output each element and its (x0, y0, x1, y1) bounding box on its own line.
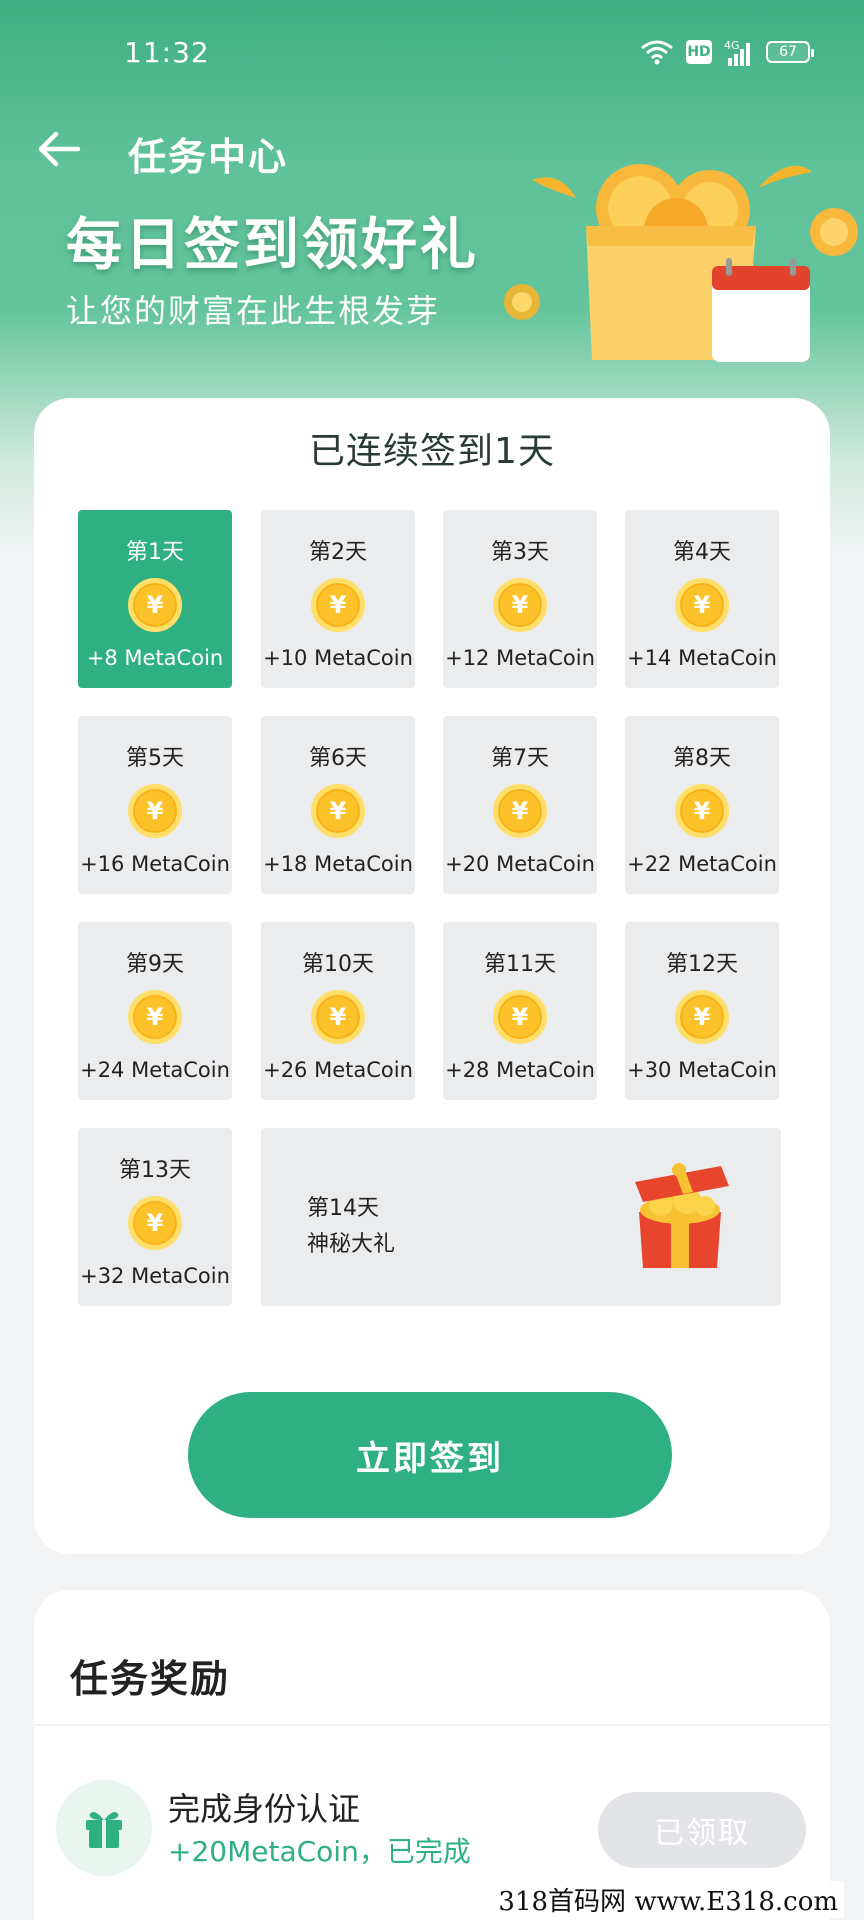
day-label: 第7天 (491, 746, 549, 771)
day-tile-13[interactable]: 第13天 ¥ +32 MetaCoin (78, 1128, 232, 1306)
day-label: 第2天 (309, 540, 367, 565)
banner-subtitle: 让您的财富在此生根发芽 (66, 292, 441, 330)
banner-title: 每日签到领好礼 (66, 213, 479, 278)
coin-icon: ¥ (493, 784, 547, 838)
day-tile-3[interactable]: 第3天 ¥ +12 MetaCoin (443, 510, 597, 688)
day-label: 第8天 (673, 746, 731, 771)
day-tile-4[interactable]: 第4天 ¥ +14 MetaCoin (625, 510, 779, 688)
coin-bag-illustration (504, 164, 858, 362)
day-tile-10[interactable]: 第10天 ¥ +26 MetaCoin (261, 922, 415, 1100)
day-reward: +32 MetaCoin (80, 1264, 230, 1288)
status-time: 11:32 (124, 36, 210, 69)
day-reward: +22 MetaCoin (627, 852, 777, 876)
day-reward: +10 MetaCoin (263, 646, 413, 670)
day-reward: +24 MetaCoin (80, 1058, 230, 1082)
day-tile-8[interactable]: 第8天 ¥ +22 MetaCoin (625, 716, 779, 894)
network-label: 4G (724, 39, 740, 52)
day-tile-12[interactable]: 第12天 ¥ +30 MetaCoin (625, 922, 779, 1100)
coin-icon: ¥ (675, 990, 729, 1044)
status-icons: HD 4G 67 (640, 38, 814, 66)
coin-icon: ¥ (311, 784, 365, 838)
status-bar: 11:32 HD 4G 67 (0, 30, 864, 80)
coin-symbol: ¥ (329, 1003, 347, 1031)
day-tile-6[interactable]: 第6天 ¥ +18 MetaCoin (261, 716, 415, 894)
coin-symbol: ¥ (146, 1209, 164, 1237)
day-reward: +26 MetaCoin (263, 1058, 413, 1082)
gift-icon (86, 1812, 122, 1848)
coin-icon: ¥ (128, 990, 182, 1044)
coin-icon: ¥ (675, 578, 729, 632)
gift-reward-label: 神秘大礼 (307, 1232, 396, 1257)
coin-symbol: ¥ (329, 591, 347, 619)
tasks-divider (34, 1724, 830, 1726)
coin-symbol: ¥ (693, 591, 711, 619)
task-name: 完成身份认证 (168, 1790, 361, 1828)
day-label: 第11天 (484, 952, 556, 977)
wifi-icon (641, 40, 673, 65)
day-reward: +12 MetaCoin (445, 646, 595, 670)
day-reward: +20 MetaCoin (445, 852, 595, 876)
day-label: 第3天 (491, 540, 549, 565)
coin-icon: ¥ (493, 578, 547, 632)
day-tile-7[interactable]: 第7天 ¥ +20 MetaCoin (443, 716, 597, 894)
coin-symbol: ¥ (146, 591, 164, 619)
day-reward: +16 MetaCoin (80, 852, 230, 876)
coin-symbol: ¥ (511, 797, 529, 825)
tasks-title: 任务奖励 (70, 1657, 231, 1701)
page-title: 任务中心 (128, 135, 289, 179)
day-label: 第12天 (666, 952, 738, 977)
gift-box-icon (635, 1163, 729, 1268)
coin-symbol: ¥ (693, 1003, 711, 1031)
signal-icon: 4G (724, 39, 750, 66)
coin-symbol: ¥ (146, 1003, 164, 1031)
coin-symbol: ¥ (511, 591, 529, 619)
streak-text: 已连续签到1天 (309, 431, 555, 472)
day-reward: +30 MetaCoin (627, 1058, 777, 1082)
day-tile-1[interactable]: 第1天 ¥ +8 MetaCoin (78, 510, 232, 688)
day-14-gift-tile[interactable]: 第14天 神秘大礼 (261, 1128, 781, 1306)
day-tile-9[interactable]: 第9天 ¥ +24 MetaCoin (78, 922, 232, 1100)
day-tile-5[interactable]: 第5天 ¥ +16 MetaCoin (78, 716, 232, 894)
coin-symbol: ¥ (693, 797, 711, 825)
day-tile-11[interactable]: 第11天 ¥ +28 MetaCoin (443, 922, 597, 1100)
claimed-button[interactable]: 已领取 (598, 1792, 806, 1868)
day-reward: +14 MetaCoin (627, 646, 777, 670)
coin-icon: ¥ (493, 990, 547, 1044)
day-label: 第4天 (673, 540, 731, 565)
back-arrow-icon[interactable] (34, 124, 84, 174)
day-label: 第6天 (309, 746, 367, 771)
coin-icon: ¥ (311, 990, 365, 1044)
task-desc: +20MetaCoin，已完成 (168, 1835, 471, 1868)
day-label: 第10天 (302, 952, 374, 977)
coin-symbol: ¥ (329, 797, 347, 825)
hd-badge: HD (686, 40, 712, 64)
coin-icon: ¥ (128, 1196, 182, 1250)
day-label: 第5天 (126, 746, 184, 771)
coin-icon: ¥ (128, 578, 182, 632)
coin-icon: ¥ (311, 578, 365, 632)
watermark: 318首码网 www.E318.com (492, 1881, 844, 1918)
task-icon-wrapper (56, 1780, 152, 1876)
day-label: 第13天 (119, 1158, 191, 1183)
tasks-card: 任务奖励 完成身份认证 +20MetaCoin，已完成 已领取 (34, 1590, 830, 1920)
day-label: 第1天 (126, 540, 184, 565)
battery-icon: 67 (766, 41, 814, 63)
coin-icon: ¥ (675, 784, 729, 838)
day-reward: +18 MetaCoin (263, 852, 413, 876)
day-reward: +8 MetaCoin (86, 646, 224, 670)
coin-symbol: ¥ (511, 1003, 529, 1031)
signin-button[interactable]: 立即签到 (188, 1392, 672, 1518)
day-tile-2[interactable]: 第2天 ¥ +10 MetaCoin (261, 510, 415, 688)
coin-icon: ¥ (128, 784, 182, 838)
day-label: 第9天 (126, 952, 184, 977)
gift-day-label: 第14天 (307, 1196, 379, 1221)
coin-symbol: ¥ (146, 797, 164, 825)
day-reward: +28 MetaCoin (445, 1058, 595, 1082)
